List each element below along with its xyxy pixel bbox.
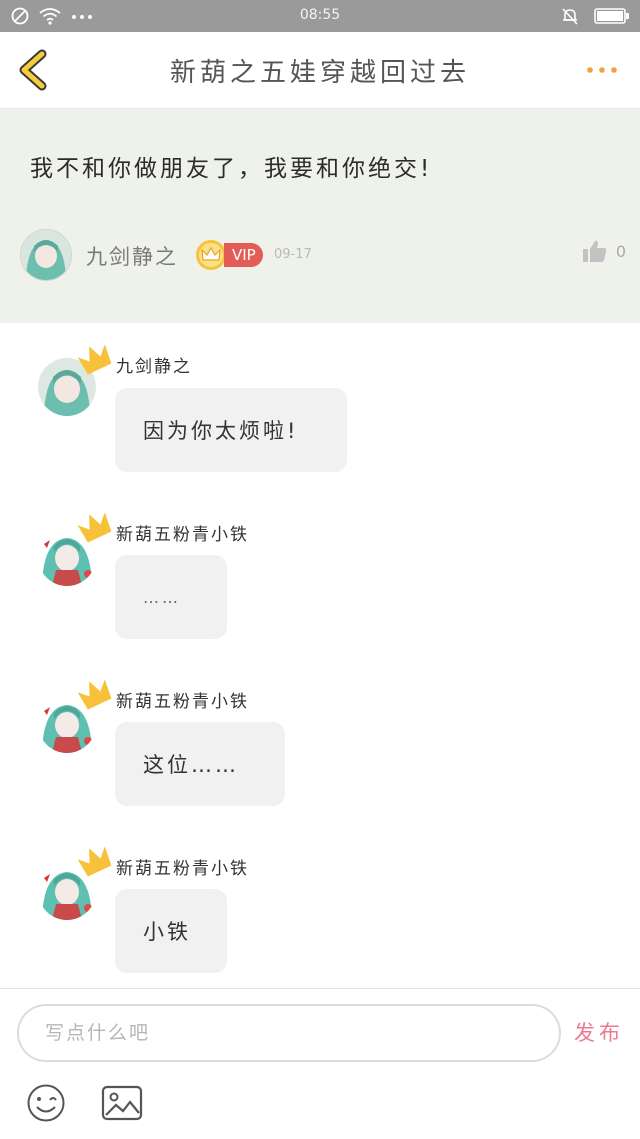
chevron-left-icon bbox=[19, 49, 47, 91]
avatar-image bbox=[21, 230, 71, 280]
app-header: 新葫之五娃穿越回过去 bbox=[0, 32, 640, 109]
publish-button[interactable]: 发布 bbox=[574, 1017, 624, 1047]
comment-username[interactable]: 九剑静之 bbox=[116, 352, 192, 377]
crown-icon bbox=[78, 846, 112, 877]
comment-username[interactable]: 新葫五粉青小铁 bbox=[116, 854, 249, 879]
composer-bar: 写点什么吧 发布 bbox=[0, 988, 640, 1139]
comment-bubble: …… bbox=[115, 555, 227, 639]
back-button[interactable] bbox=[14, 48, 54, 92]
vip-badge: VIP bbox=[224, 243, 263, 267]
comment-bubble: 这位…… bbox=[115, 722, 285, 806]
like-button[interactable]: 0 bbox=[582, 239, 626, 263]
like-count: 0 bbox=[615, 241, 626, 261]
post-author-name[interactable]: 九剑静之 bbox=[86, 241, 178, 271]
crown-icon bbox=[78, 344, 112, 375]
post-content: 我不和你做朋友了，我要和你绝交! bbox=[30, 156, 433, 182]
post-date: 09-17 bbox=[274, 247, 312, 262]
crown-icon bbox=[78, 679, 112, 710]
status-right-icons bbox=[560, 6, 630, 26]
comment-username[interactable]: 新葫五粉青小铁 bbox=[116, 687, 249, 712]
status-time: 08:55 bbox=[299, 7, 341, 23]
crown-badge-icon bbox=[196, 240, 226, 270]
bell-muted-icon bbox=[562, 8, 578, 25]
status-bar: 08:55 bbox=[0, 0, 640, 32]
comment-input[interactable]: 写点什么吧 bbox=[17, 1004, 561, 1062]
comment-bubble: 因为你太烦啦! bbox=[115, 388, 347, 472]
comment-bubble: 小铁 bbox=[115, 889, 227, 973]
thumbs-up-icon bbox=[582, 240, 607, 262]
more-button[interactable] bbox=[584, 60, 620, 80]
crown-icon bbox=[78, 512, 112, 543]
battery-icon bbox=[594, 8, 629, 24]
post-card: 我不和你做朋友了，我要和你绝交! 九剑静之 VIP 09-17 0 bbox=[0, 109, 640, 323]
avatar[interactable] bbox=[20, 229, 72, 281]
page-title: 新葫之五娃穿越回过去 bbox=[169, 58, 470, 88]
emoji-button[interactable] bbox=[26, 1083, 66, 1123]
image-button[interactable] bbox=[101, 1085, 143, 1121]
smiley-icon bbox=[27, 1084, 65, 1122]
post-author-row: 九剑静之 VIP 09-17 0 bbox=[20, 229, 626, 281]
comment-username[interactable]: 新葫五粉青小铁 bbox=[116, 520, 249, 545]
more-dots-icon bbox=[587, 67, 617, 73]
image-icon bbox=[101, 1085, 143, 1121]
